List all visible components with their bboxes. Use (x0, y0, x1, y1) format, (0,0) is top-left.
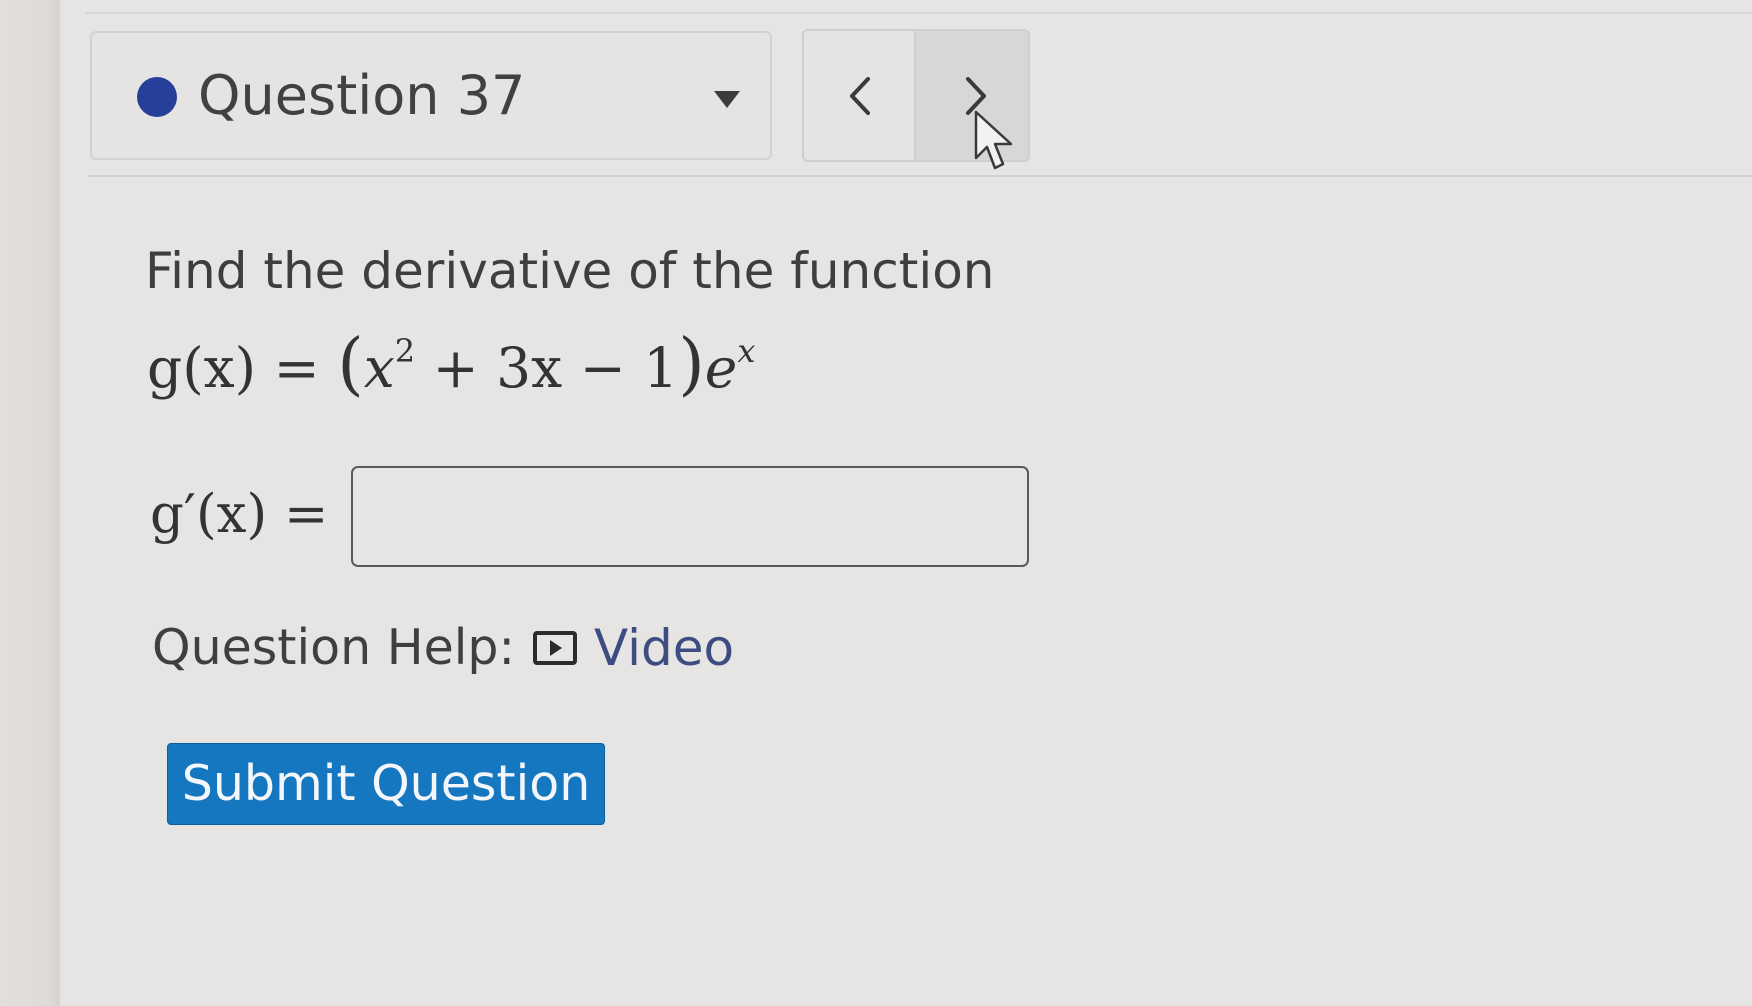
submit-question-button[interactable]: Submit Question (167, 743, 605, 825)
formula-exponent: 2 (394, 332, 416, 370)
formula-lhs: g(x) = (147, 336, 320, 400)
top-divider (85, 12, 1752, 14)
mouse-pointer-icon (974, 110, 1013, 170)
question-number-label: Question 37 (198, 64, 526, 127)
formula-factor: e (704, 336, 738, 400)
chevron-left-icon (850, 77, 870, 115)
formula-base: x (363, 336, 395, 400)
answer-label: g′(x) = (150, 484, 329, 545)
question-help-label: Question Help: (152, 619, 515, 676)
page-left-margin (0, 0, 60, 1006)
header-divider (88, 175, 1752, 177)
formula-rest: + 3x − 1 (432, 336, 679, 400)
open-paren: ( (337, 325, 364, 404)
function-formula: g(x) = (x2 + 3x − 1)ex (147, 316, 755, 403)
video-help-link[interactable]: Video (533, 618, 734, 678)
video-link-label: Video (594, 619, 735, 677)
answer-input[interactable] (351, 466, 1029, 567)
caret-down-icon[interactable] (714, 91, 740, 108)
video-play-icon (533, 631, 577, 665)
close-paren: ) (678, 325, 705, 404)
question-status-dot (137, 77, 177, 117)
formula-factor-exponent: x (737, 332, 756, 370)
previous-question-button[interactable] (804, 31, 916, 160)
question-prompt: Find the derivative of the function (145, 242, 995, 300)
